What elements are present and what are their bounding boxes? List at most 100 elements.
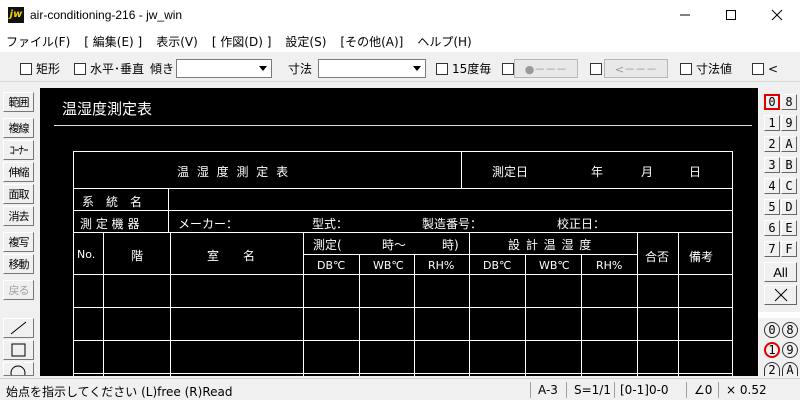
measure-label: 測定( (313, 238, 342, 252)
group-0-button[interactable]: 0 (764, 322, 780, 338)
deg15-label: 15度毎 (452, 62, 492, 76)
sub-db-design: DB℃ (483, 259, 512, 272)
layer-0-button[interactable]: 0 (764, 94, 780, 110)
hv-option[interactable]: 水平･垂直 (74, 60, 144, 77)
tilt-label: 傾き (150, 62, 175, 76)
layer-6-button[interactable]: 6 (764, 220, 780, 236)
layer-info[interactable]: [0-1]0-0 (620, 383, 669, 397)
zoom-value[interactable]: × 0.52 (726, 383, 767, 397)
drawing-canvas[interactable]: 温湿度測定表 温 湿 度 測 定 表 測定日 年 月 日 系 統 名 測 定 機… (40, 84, 758, 376)
menu-view[interactable]: 表示(V) (156, 33, 198, 50)
rect-checkbox[interactable] (20, 62, 32, 75)
layer-9-button[interactable]: 9 (781, 115, 797, 131)
group-1-button[interactable]: 1 (764, 342, 780, 358)
layer-7-button[interactable]: 7 (764, 241, 780, 257)
group-9-button[interactable]: 9 (782, 342, 798, 358)
sub-rh-design: RH% (596, 259, 623, 272)
arrow-mode-button[interactable]: <－－－ (604, 59, 668, 78)
layer-a-button[interactable]: A (781, 136, 797, 152)
menu-edit[interactable]: [ 編集(E) ] (84, 33, 142, 50)
date-label: 測定日 (492, 165, 529, 179)
status-message: 始点を指示してください (L)free (R)Read (6, 385, 233, 399)
sub-db-measured: DB℃ (317, 259, 346, 272)
maximize-button[interactable] (708, 0, 754, 30)
tilt-combo[interactable] (176, 59, 272, 78)
layer-4-button[interactable]: 4 (764, 178, 780, 194)
point-mode-button[interactable]: ●－－－ (514, 59, 578, 78)
drawing-heading: 温湿度測定表 (62, 100, 153, 118)
layer-all-button[interactable]: All (764, 262, 797, 282)
line-tool-button[interactable] (3, 318, 34, 338)
form-title: 温 湿 度 測 定 表 (177, 165, 291, 179)
calibration-label: 校正日： (557, 217, 606, 231)
tool-copy[interactable]: 複写 (3, 232, 34, 252)
status-separator (614, 382, 615, 398)
layer-2-button[interactable]: 2 (764, 136, 780, 152)
dimval-checkbox[interactable] (680, 62, 692, 75)
layer-8-button[interactable]: 8 (781, 94, 797, 110)
layer-3-button[interactable]: 3 (764, 157, 780, 173)
equipment-label: 測 定 機 器 (80, 217, 140, 231)
scale-value[interactable]: S=1/1 (574, 383, 611, 397)
title-bar: jw air-conditioning-216 - jw_win (0, 0, 800, 30)
tool-corner[interactable]: ｺｰﾅｰ (3, 140, 34, 160)
tool-chamfer[interactable]: 面取 (3, 184, 34, 204)
pass-label: 合否 (645, 250, 670, 264)
menu-other[interactable]: [その他(A)] (340, 33, 403, 50)
model-label: 型式： (312, 217, 349, 231)
menu-help[interactable]: ヘルプ(H) (417, 33, 471, 50)
menu-draw[interactable]: [ 作図(D) ] (212, 33, 272, 50)
rect-option[interactable]: 矩形 (20, 60, 60, 77)
menu-file[interactable]: ファイル(F) (6, 33, 70, 50)
group-a-button[interactable]: A (782, 362, 798, 377)
layer-cancel-button[interactable] (764, 285, 797, 305)
layer-1-button[interactable]: 1 (764, 115, 780, 131)
tool-move[interactable]: 移動 (3, 254, 34, 274)
dim-combo[interactable] (318, 59, 426, 78)
tool-erase[interactable]: 消去 (3, 206, 34, 226)
group-8-button[interactable]: 8 (782, 322, 798, 338)
layer-b-button[interactable]: B (781, 157, 797, 173)
minimize-button[interactable] (662, 0, 708, 30)
dim-label: 寸法 (288, 62, 313, 76)
lt-option[interactable]: < (752, 60, 778, 77)
option-toolbar: 矩形 水平･垂直 傾き 寸法 15度毎 ●－－－ <－－－ 寸法値 < (0, 55, 800, 82)
lt-checkbox[interactable] (752, 62, 764, 75)
layer-c-button[interactable]: C (781, 178, 797, 194)
point-checkbox[interactable] (502, 63, 514, 75)
time-to-label: 時) (442, 238, 459, 252)
arrow-checkbox[interactable] (590, 63, 602, 75)
tool-stretch[interactable]: 伸縮 (3, 162, 34, 182)
layer-e-button[interactable]: E (781, 220, 797, 236)
col-room: 室 名 (207, 249, 256, 263)
group-2-button[interactable]: 2 (764, 362, 780, 377)
deg15-option[interactable]: 15度毎 (436, 60, 491, 77)
tool-undo[interactable]: 戻る (3, 280, 34, 300)
layer-d-button[interactable]: D (781, 199, 797, 215)
deg15-checkbox[interactable] (436, 62, 448, 75)
tool-offset[interactable]: 複線 (3, 118, 34, 138)
close-icon (771, 9, 783, 21)
circle-tool-button[interactable] (3, 362, 34, 381)
month-label: 月 (641, 165, 654, 179)
tool-range[interactable]: 範囲 (3, 92, 34, 112)
angle-value[interactable]: ∠0 (694, 383, 712, 397)
menu-settings[interactable]: 設定(S) (285, 33, 326, 50)
time-from-label: 時～ (382, 238, 407, 252)
maximize-icon (726, 10, 736, 20)
canvas-top-border (40, 84, 758, 88)
close-button[interactable] (754, 0, 800, 30)
rect-label: 矩形 (36, 62, 61, 76)
status-separator (566, 382, 567, 398)
hv-label: 水平･垂直 (90, 62, 145, 76)
layer-5-button[interactable]: 5 (764, 199, 780, 215)
layer-f-button[interactable]: F (781, 241, 797, 257)
line-icon (10, 321, 27, 335)
hv-checkbox[interactable] (74, 62, 86, 75)
rect-tool-button[interactable] (3, 340, 34, 360)
sub-wb-design: WB℃ (539, 259, 570, 272)
dropdown-arrow-icon (409, 60, 425, 77)
dimval-option[interactable]: 寸法値 (680, 60, 732, 77)
year-label: 年 (591, 165, 604, 179)
paper-size[interactable]: A-3 (538, 383, 558, 397)
